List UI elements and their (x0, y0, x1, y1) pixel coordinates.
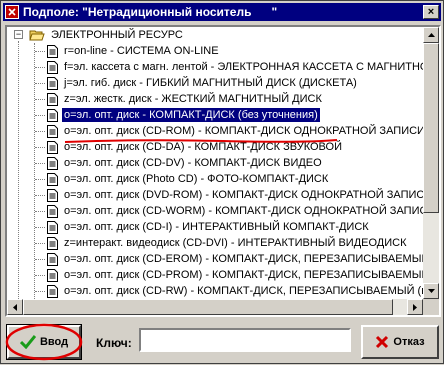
tree-root-item[interactable]: ЭЛЕКТРОННЫЙ РЕСУРС (29, 27, 185, 43)
document-icon (47, 76, 58, 90)
tree-root-label: ЭЛЕКТРОННЫЙ РЕСУРС (51, 29, 183, 41)
window-title: Подполе: "Нетрадиционный носитель " (23, 5, 278, 19)
tree-connector-children (34, 43, 35, 299)
tree-item-label: o=эл. опт. диск (CD-PROM) - КОМПАКТ-ДИСК… (64, 269, 423, 281)
tree-connector (35, 291, 45, 292)
document-icon (47, 92, 58, 106)
ok-button[interactable]: Ввод (6, 324, 82, 360)
tree-item-label: o=эл. опт. диск (CD-I) - ИНТЕРАКТИВНЫЙ К… (64, 221, 369, 233)
folder-open-icon (29, 30, 45, 41)
document-icon (47, 204, 58, 218)
document-icon (47, 252, 58, 266)
collapse-toggle[interactable]: − (14, 30, 23, 39)
tree-item-label: o=эл. опт. диск (CD-EROM) - КОМПАКТ-ДИСК… (64, 253, 423, 265)
tree-item-label: z=эл. жестк. диск - ЖЕСТКИЙ МАГНИТНЫЙ ДИ… (64, 93, 322, 105)
cancel-button[interactable]: Отказ (361, 325, 439, 359)
tree-panel: − ЭЛЕКТРОННЫЙ РЕСУРС r=on-line - СИСТЕМА… (5, 25, 441, 317)
scrollbar-corner (423, 299, 439, 315)
document-icon (47, 44, 58, 58)
arrow-right-icon (413, 303, 417, 311)
ok-button-label: Ввод (39, 336, 69, 348)
tree-item[interactable]: f=эл. кассета с магн. лентой - ЭЛЕКТРОНН… (47, 59, 423, 75)
close-button[interactable]: × (423, 5, 439, 19)
tree-connector (35, 115, 45, 116)
cancel-button-label: Отказ (393, 336, 425, 348)
document-icon (47, 60, 58, 74)
tree-item[interactable]: o=эл. опт. диск (CD-WORM) - КОМПАКТ-ДИСК… (47, 203, 423, 219)
tree-connector (35, 51, 45, 52)
tree-item[interactable]: o=эл. опт. диск (CD-EROM) - КОМПАКТ-ДИСК… (47, 251, 423, 267)
tree-item-label: o=эл. опт. диск (Photo CD) - ФОТО-КОМПАК… (64, 173, 329, 185)
checkmark-icon (19, 335, 36, 349)
tree-item-label: f=эл. кассета с магн. лентой - ЭЛЕКТРОНН… (64, 61, 423, 73)
tree-connector (35, 259, 45, 260)
key-label: Ключ: (96, 336, 132, 350)
tree-item-selected[interactable]: o=эл. опт. диск - КОМПАКТ-ДИСК (без уточ… (47, 107, 320, 123)
document-icon (47, 268, 58, 282)
tree-item-label: o=эл. опт. диск (DVD-ROM) - КОМПАКТ-ДИСК… (64, 189, 423, 201)
tree-item-label: o=эл. опт. диск - КОМПАКТ-ДИСК (без уточ… (62, 108, 320, 122)
arrow-up-icon (427, 33, 435, 37)
cancel-x-icon (376, 335, 389, 349)
tree-item-label: j=эл. гиб. диск - ГИБКИЙ МАГНИТНЫЙ ДИСК … (64, 77, 357, 89)
tree-item-label: o=эл. опт. диск (CD-WORM) - КОМПАКТ-ДИСК… (64, 205, 423, 217)
tree-connector (35, 243, 45, 244)
tree-item[interactable]: o=эл. опт. диск (Photo CD) - ФОТО-КОМПАК… (47, 171, 330, 187)
document-icon (47, 284, 58, 298)
tree-connector (35, 211, 45, 212)
tree-item-label: o=эл. опт. диск (CD-RW) - КОМПАКТ-ДИСК, … (64, 285, 423, 297)
title-bar[interactable]: Подполе: "Нетрадиционный носитель " × (3, 3, 441, 21)
footer-bar: Ввод Ключ: Отказ (1, 319, 444, 365)
tree-item[interactable]: o=эл. опт. диск (CD-I) - ИНТЕРАКТИВНЫЙ К… (47, 219, 371, 235)
tree-item-label: r=on-line - СИСТЕМА ON-LINE (64, 45, 219, 57)
tree-item[interactable]: j=эл. гиб. диск - ГИБКИЙ МАГНИТНЫЙ ДИСК … (47, 75, 359, 91)
vertical-scrollbar[interactable] (423, 27, 439, 299)
horizontal-scroll-thumb[interactable] (23, 299, 393, 315)
tree-item[interactable]: z=эл. жестк. диск - ЖЕСТКИЙ МАГНИТНЫЙ ДИ… (47, 91, 324, 107)
tree-connector (35, 83, 45, 84)
document-icon (47, 220, 58, 234)
annotation-underline (64, 139, 338, 143)
tree-connector (35, 179, 45, 180)
tree-item[interactable]: z=интеракт. видеодиск (CD-DVI) - ИНТЕРАК… (47, 235, 409, 251)
arrow-left-icon (13, 303, 17, 311)
document-icon (47, 236, 58, 250)
tree-item[interactable]: o=эл. опт. диск (CD-PROM) - КОМПАКТ-ДИСК… (47, 267, 423, 283)
tree-connector (35, 99, 45, 100)
tree-connector (35, 67, 45, 68)
document-icon (47, 140, 58, 154)
tree-item-label: o=эл. опт. диск (CD-DV) - КОМПАКТ-ДИСК В… (64, 157, 322, 169)
tree-item[interactable]: o=эл. опт. диск (CD-RW) - КОМПАКТ-ДИСК, … (47, 283, 423, 299)
tree-connector (35, 131, 45, 132)
dialog-window: Подполе: "Нетрадиционный носитель " × − … (0, 0, 444, 364)
key-input[interactable] (139, 328, 351, 352)
scroll-up-button[interactable] (423, 27, 439, 43)
tree-connector (35, 227, 45, 228)
tree-item[interactable]: o=эл. опт. диск (CD-DV) - КОМПАКТ-ДИСК В… (47, 155, 324, 171)
tree-item-label: o=эл. опт. диск (CD-ROM) - КОМПАКТ-ДИСК … (64, 125, 423, 137)
tree-connector-root (18, 41, 19, 299)
tree-view[interactable]: − ЭЛЕКТРОННЫЙ РЕСУРС r=on-line - СИСТЕМА… (7, 27, 423, 299)
document-icon (47, 188, 58, 202)
vertical-scroll-thumb[interactable] (423, 43, 439, 213)
horizontal-scrollbar[interactable] (7, 299, 423, 315)
arrow-down-icon (427, 289, 435, 293)
tree-connector (35, 195, 45, 196)
tree-item[interactable]: r=on-line - СИСТЕМА ON-LINE (47, 43, 221, 59)
tree-item-label: z=интеракт. видеодиск (CD-DVI) - ИНТЕРАК… (64, 237, 407, 249)
document-icon (47, 156, 58, 170)
scroll-down-button[interactable] (423, 283, 439, 299)
document-icon (47, 108, 58, 122)
document-icon (47, 124, 58, 138)
scroll-left-button[interactable] (7, 299, 23, 315)
tree-connector (35, 163, 45, 164)
app-logo-icon (5, 5, 19, 19)
tree-connector (35, 275, 45, 276)
tree-connector (35, 147, 45, 148)
tree-item[interactable]: o=эл. опт. диск (DVD-ROM) - КОМПАКТ-ДИСК… (47, 187, 423, 203)
document-icon (47, 172, 58, 186)
scroll-right-button[interactable] (407, 299, 423, 315)
